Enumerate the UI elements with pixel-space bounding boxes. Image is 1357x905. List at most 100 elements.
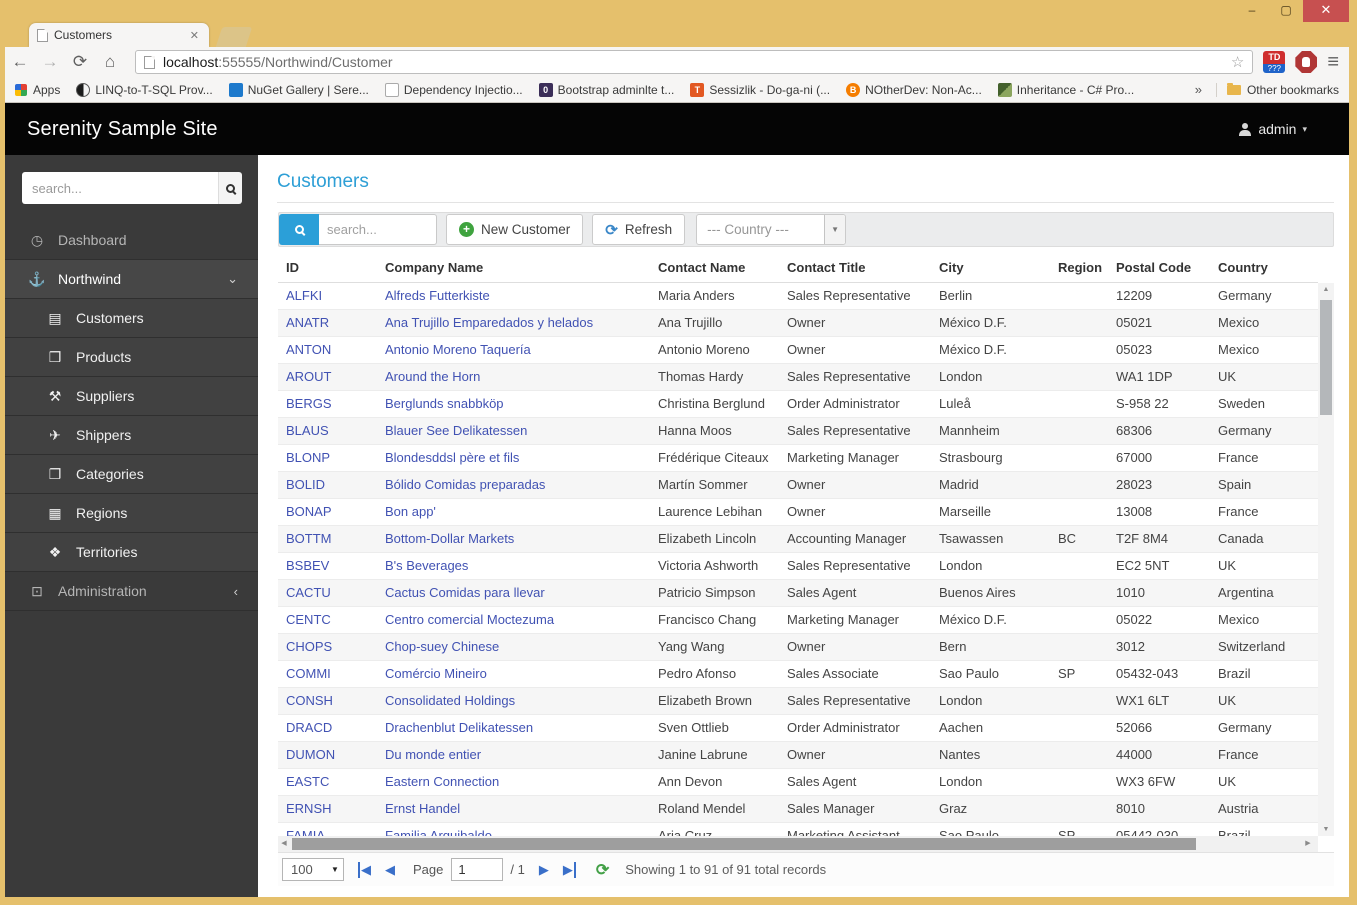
sidebar-item-suppliers[interactable]: ⚒ Suppliers — [5, 377, 258, 416]
bookmark-item[interactable]: B NOtherDev: Non-Ac... — [846, 82, 982, 97]
company-name-link[interactable]: Ernst Handel — [377, 796, 650, 822]
reload-icon[interactable]: ⟳ — [65, 52, 95, 72]
company-name-link[interactable]: Alfreds Futterkiste — [377, 283, 650, 309]
customer-id-link[interactable]: AROUT — [278, 364, 377, 390]
refresh-button[interactable]: ⟳ Refresh — [592, 214, 686, 245]
address-bar[interactable]: localhost:55555/Northwind/Customer ☆ — [135, 50, 1254, 74]
table-row[interactable]: COMMI Comércio Mineiro Pedro Afonso Sales A… — [278, 661, 1318, 688]
sidebar-search-button[interactable] — [218, 172, 242, 204]
scroll-left-icon[interactable]: ◀ — [278, 836, 290, 852]
apps-grid-icon[interactable] — [15, 83, 27, 96]
column-header-company-name[interactable]: Company Name — [377, 253, 650, 282]
bookmark-item[interactable]: T Sessizlik - Do-ga-ni (... — [690, 82, 830, 97]
column-header-id[interactable]: ID — [278, 253, 377, 282]
column-header-city[interactable]: City — [931, 253, 1050, 282]
table-row[interactable]: BERGS Berglunds snabbköp Christina Berglun… — [278, 391, 1318, 418]
column-header-contact-name[interactable]: Contact Name — [650, 253, 779, 282]
company-name-link[interactable]: Cactus Comidas para llevar — [377, 580, 650, 606]
company-name-link[interactable]: Antonio Moreno Taquería — [377, 337, 650, 363]
company-name-link[interactable]: Drachenblut Delikatessen — [377, 715, 650, 741]
company-name-link[interactable]: Bottom-Dollar Markets — [377, 526, 650, 552]
table-row[interactable]: BSBEV B's Beverages Victoria Ashworth Sales… — [278, 553, 1318, 580]
sidebar-item-categories[interactable]: ❐ Categories — [5, 455, 258, 494]
minimize-button[interactable]: – — [1235, 0, 1269, 22]
new-customer-button[interactable]: + New Customer — [446, 214, 584, 245]
column-header-contact-title[interactable]: Contact Title — [779, 253, 931, 282]
vertical-scroll-thumb[interactable] — [1320, 300, 1332, 415]
browser-menu-icon[interactable]: ≡ — [1327, 51, 1339, 74]
company-name-link[interactable]: Around the Horn — [377, 364, 650, 390]
td-extension-icon[interactable]: TD ??? — [1263, 51, 1286, 73]
browser-tab[interactable]: Customers ✕ — [29, 23, 209, 47]
customer-id-link[interactable]: CACTU — [278, 580, 377, 606]
sidebar-item-customers[interactable]: ▤ Customers — [5, 299, 258, 338]
company-name-link[interactable]: Blondesddsl père et fils — [377, 445, 650, 471]
customer-id-link[interactable]: FAMIA — [278, 823, 377, 836]
country-filter-select[interactable]: --- Country --- ▼ — [696, 214, 847, 245]
customer-id-link[interactable]: EASTC — [278, 769, 377, 795]
sidebar-item-dashboard[interactable]: ◷ Dashboard — [5, 221, 258, 260]
company-name-link[interactable]: Berglunds snabbköp — [377, 391, 650, 417]
customer-id-link[interactable]: BERGS — [278, 391, 377, 417]
bookmark-item[interactable]: 0 Bootstrap adminlte t... — [538, 82, 674, 97]
customer-id-link[interactable]: DUMON — [278, 742, 377, 768]
horizontal-scroll-thumb[interactable] — [292, 838, 1196, 850]
table-row[interactable]: CACTU Cactus Comidas para llevar Patricio … — [278, 580, 1318, 607]
company-name-link[interactable]: Bon app' — [377, 499, 650, 525]
next-page-button[interactable]: ▶ — [539, 862, 549, 878]
table-row[interactable]: ALFKI Alfreds Futterkiste Maria Anders Sale… — [278, 283, 1318, 310]
home-icon[interactable]: ⌂ — [95, 52, 125, 72]
table-row[interactable]: BLAUS Blauer See Delikatessen Hanna Moos Sa… — [278, 418, 1318, 445]
customer-id-link[interactable]: BLAUS — [278, 418, 377, 444]
sidebar-item-regions[interactable]: ▦ Regions — [5, 494, 258, 533]
sidebar-item-products[interactable]: ❒ Products — [5, 338, 258, 377]
customer-id-link[interactable]: BONAP — [278, 499, 377, 525]
table-row[interactable]: ERNSH Ernst Handel Roland Mendel Sales Mana… — [278, 796, 1318, 823]
close-button[interactable]: ✕ — [1303, 0, 1349, 22]
first-page-button[interactable]: ◀ — [358, 861, 371, 878]
page-number-input[interactable] — [451, 858, 504, 881]
last-page-button[interactable]: ▶ — [563, 861, 576, 878]
bookmark-item[interactable]: NuGet Gallery | Sere... — [228, 82, 369, 97]
bookmark-item[interactable]: LINQ-to-T-SQL Prov... — [76, 82, 213, 97]
table-row[interactable]: EASTC Eastern Connection Ann Devon Sales Ag… — [278, 769, 1318, 796]
user-menu[interactable]: admin ▾ — [1239, 121, 1307, 137]
tab-close-icon[interactable]: ✕ — [188, 29, 201, 42]
new-tab-button[interactable] — [215, 27, 253, 47]
page-size-select[interactable]: 100 ▼ — [282, 858, 344, 881]
customer-id-link[interactable]: ANTON — [278, 337, 377, 363]
customer-id-link[interactable]: ALFKI — [278, 283, 377, 309]
sidebar-item-northwind[interactable]: ⚓ Northwind ⌄ — [5, 260, 258, 299]
scroll-up-icon[interactable]: ▲ — [1318, 283, 1334, 296]
scroll-down-icon[interactable]: ▼ — [1318, 823, 1334, 836]
company-name-link[interactable]: Ana Trujillo Emparedados y helados — [377, 310, 650, 336]
table-row[interactable]: CHOPS Chop-suey Chinese Yang Wang Owner Bern… — [278, 634, 1318, 661]
adblock-extension-icon[interactable] — [1295, 51, 1318, 73]
customer-id-link[interactable]: BOTTM — [278, 526, 377, 552]
vertical-scrollbar[interactable]: ▲ ▼ — [1318, 283, 1334, 836]
table-row[interactable]: ANTON Antonio Moreno Taquería Antonio More… — [278, 337, 1318, 364]
horizontal-scrollbar[interactable]: ◀ ▶ — [278, 836, 1318, 852]
pager-refresh-icon[interactable]: ⟳ — [596, 860, 609, 880]
table-row[interactable]: CENTC Centro comercial Moctezuma Francisco… — [278, 607, 1318, 634]
table-row[interactable]: BOLID Bólido Comidas preparadas Martín Som… — [278, 472, 1318, 499]
company-name-link[interactable]: B's Beverages — [377, 553, 650, 579]
table-row[interactable]: CONSH Consolidated Holdings Elizabeth Brow… — [278, 688, 1318, 715]
customer-id-link[interactable]: DRACD — [278, 715, 377, 741]
column-header-region[interactable]: Region — [1050, 253, 1108, 282]
company-name-link[interactable]: Centro comercial Moctezuma — [377, 607, 650, 633]
customer-id-link[interactable]: BLONP — [278, 445, 377, 471]
company-name-link[interactable]: Consolidated Holdings — [377, 688, 650, 714]
table-row[interactable]: BONAP Bon app' Laurence Lebihan Owner Marsei… — [278, 499, 1318, 526]
sidebar-search-input[interactable] — [22, 172, 218, 204]
company-name-link[interactable]: Bólido Comidas preparadas — [377, 472, 650, 498]
column-header-postal-code[interactable]: Postal Code — [1108, 253, 1210, 282]
other-bookmarks-button[interactable]: Other bookmarks — [1215, 82, 1339, 97]
company-name-link[interactable]: Blauer See Delikatessen — [377, 418, 650, 444]
forward-icon[interactable]: → — [35, 52, 65, 72]
bookmark-item[interactable]: Inheritance - C# Pro... — [997, 82, 1134, 97]
customer-id-link[interactable]: ERNSH — [278, 796, 377, 822]
customer-id-link[interactable]: COMMI — [278, 661, 377, 687]
company-name-link[interactable]: Chop-suey Chinese — [377, 634, 650, 660]
customer-id-link[interactable]: CENTC — [278, 607, 377, 633]
